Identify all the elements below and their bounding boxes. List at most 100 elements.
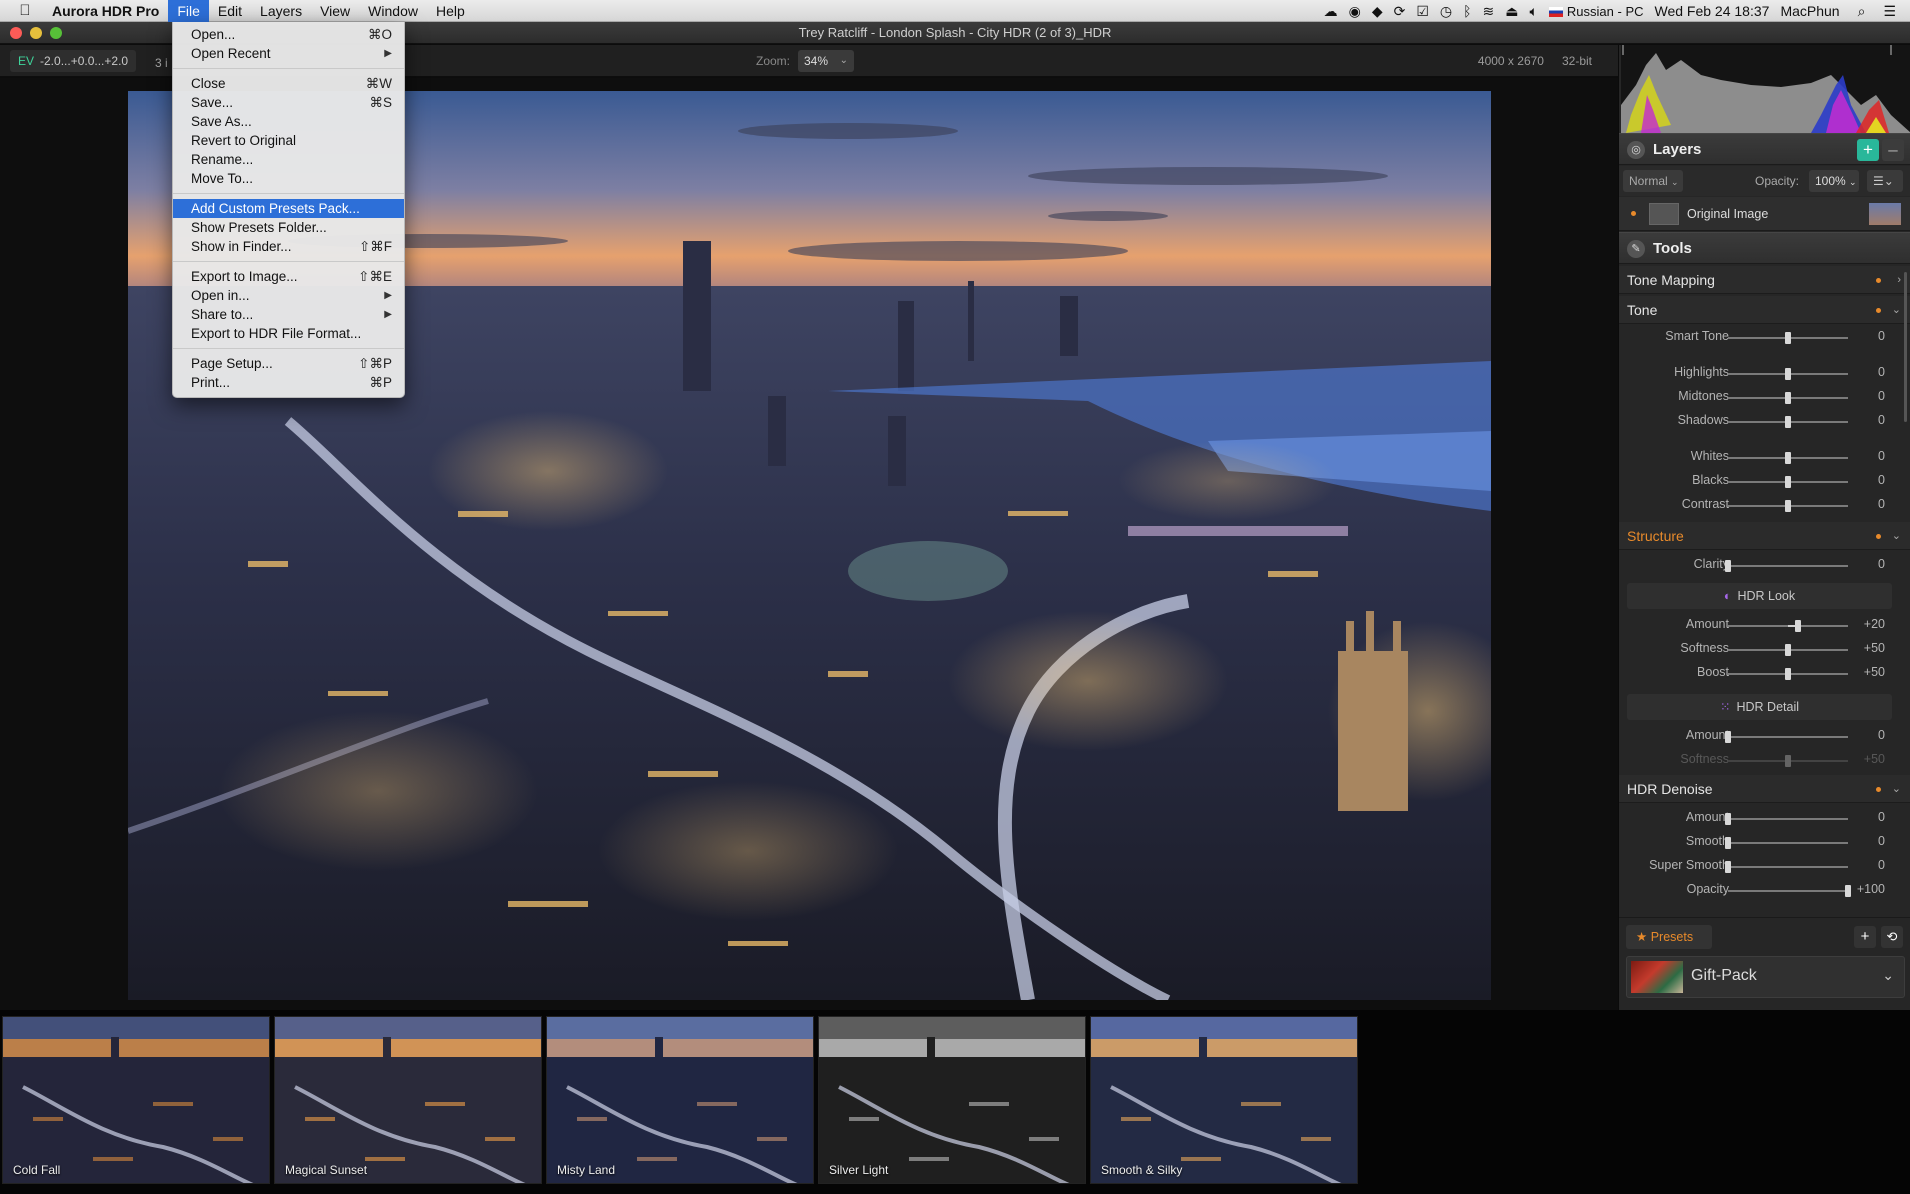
slider-denoise-smooth[interactable]: Smooth 0 — [1619, 830, 1910, 854]
app-menu[interactable]: Aurora HDR Pro — [38, 0, 168, 22]
menu-item-close[interactable]: Close ⌘W — [173, 74, 404, 93]
slider-detail-amount[interactable]: Amount 0 — [1619, 724, 1910, 748]
skype-icon[interactable]: ◉ — [1349, 3, 1361, 20]
user-name[interactable]: MacPhun — [1780, 3, 1839, 19]
slider-midtones[interactable]: Midtones 0 — [1619, 385, 1910, 409]
zoom-select[interactable]: 34% ⌄ — [798, 50, 854, 72]
menu-item-open-recent[interactable]: Open Recent ▶ — [173, 44, 404, 63]
menu-item-revert[interactable]: Revert to Original — [173, 131, 404, 150]
apple-icon[interactable]:  — [12, 2, 38, 19]
eject-icon[interactable]: ⏏ — [1505, 3, 1518, 20]
tools-scrollbar[interactable] — [1904, 272, 1907, 422]
menu-layers[interactable]: Layers — [251, 0, 311, 22]
menu-item-save[interactable]: Save... ⌘S — [173, 93, 404, 112]
time-machine-icon[interactable]: ◷ — [1440, 3, 1452, 20]
menu-item-show-in-finder[interactable]: Show in Finder... ⇧⌘F — [173, 237, 404, 256]
slider-clarity[interactable]: Clarity 0 — [1619, 553, 1910, 577]
menu-window[interactable]: Window — [359, 0, 427, 22]
opacity-select[interactable]: 100% ⌄ — [1809, 170, 1859, 192]
section-tone-mapping[interactable]: Tone Mapping › — [1619, 266, 1910, 294]
preset-thumb[interactable]: Misty Land — [546, 1016, 814, 1184]
slider-track[interactable] — [1728, 625, 1848, 627]
slider-whites[interactable]: Whites 0 — [1619, 445, 1910, 469]
menu-item-print[interactable]: Print... ⌘P — [173, 373, 404, 392]
menu-item-save-as[interactable]: Save As... — [173, 112, 404, 131]
preset-thumb[interactable]: Magical Sunset — [274, 1016, 542, 1184]
menu-item-open-in[interactable]: Open in... ▶ — [173, 286, 404, 305]
menu-edit[interactable]: Edit — [209, 0, 251, 22]
input-source[interactable]: Russian - PC — [1548, 3, 1644, 19]
cloud-icon[interactable]: ☁ — [1324, 3, 1338, 20]
subsection-hdr-look[interactable]: ◐ HDR Look — [1627, 583, 1892, 609]
blend-mode-select[interactable]: Normal ⌄ — [1623, 170, 1683, 192]
slider-shadows[interactable]: Shadows 0 — [1619, 409, 1910, 433]
preset-pack-select[interactable]: Gift-Pack ⌄ — [1626, 956, 1905, 998]
slider-thumb[interactable] — [1785, 755, 1791, 767]
remove-layer-button[interactable]: – — [1882, 139, 1904, 161]
preset-thumb[interactable]: Silver Light — [818, 1016, 1086, 1184]
slider-thumb[interactable] — [1785, 476, 1791, 488]
menu-item-page-setup[interactable]: Page Setup... ⇧⌘P — [173, 354, 404, 373]
spotlight-search-icon[interactable]: ⌕ — [1858, 3, 1866, 20]
menu-view[interactable]: View — [311, 0, 359, 22]
slider-track[interactable] — [1728, 890, 1848, 892]
slider-thumb[interactable] — [1785, 416, 1791, 428]
slider-look-boost[interactable]: Boost +50 — [1619, 661, 1910, 685]
tools-scroll-area[interactable]: Tone Mapping › Tone ⌄ Smart Tone 0 Highligh… — [1619, 266, 1910, 917]
slider-denoise-super-smooth[interactable]: Super Smooth 0 — [1619, 854, 1910, 878]
add-layer-button[interactable]: + — [1857, 139, 1879, 161]
menu-file[interactable]: File — [168, 0, 209, 22]
slider-denoise-amount[interactable]: Amount 0 — [1619, 806, 1910, 830]
slider-contrast[interactable]: Contrast 0 — [1619, 493, 1910, 517]
menu-item-show-presets-folder[interactable]: Show Presets Folder... — [173, 218, 404, 237]
slider-thumb[interactable] — [1785, 332, 1791, 344]
slider-highlights[interactable]: Highlights 0 — [1619, 361, 1910, 385]
section-tone[interactable]: Tone ⌄ — [1619, 296, 1910, 324]
slider-thumb[interactable] — [1785, 500, 1791, 512]
menu-item-share-to[interactable]: Share to... ▶ — [173, 305, 404, 324]
slider-thumb[interactable] — [1785, 452, 1791, 464]
menu-help[interactable]: Help — [427, 0, 474, 22]
slider-look-amount[interactable]: Amount +20 — [1619, 613, 1910, 637]
menu-item-open[interactable]: Open... ⌘O — [173, 25, 404, 44]
layer-row[interactable]: Original Image — [1619, 197, 1910, 231]
add-preset-button[interactable]: + — [1854, 926, 1876, 948]
slider-track[interactable] — [1728, 565, 1848, 567]
volume-icon[interactable]: 🔈︎ — [1530, 3, 1538, 20]
menu-item-export-to-image[interactable]: Export to Image... ⇧⌘E — [173, 267, 404, 286]
slider-thumb[interactable] — [1785, 668, 1791, 680]
ev-bracket-info[interactable]: EV -2.0...+0.0...+2.0 — [10, 50, 137, 72]
notification-center-icon[interactable]: ☰ — [1883, 3, 1896, 20]
slider-track[interactable] — [1728, 736, 1848, 738]
checklist-icon[interactable]: ☑ — [1416, 3, 1429, 20]
slider-thumb[interactable] — [1725, 560, 1731, 572]
slider-track[interactable] — [1728, 818, 1848, 820]
slider-thumb[interactable] — [1794, 620, 1801, 632]
bluetooth-icon[interactable]: ᛒ — [1463, 3, 1471, 19]
slider-thumb[interactable] — [1725, 837, 1731, 849]
sync-icon[interactable]: ⟲ — [1881, 926, 1903, 948]
slider-detail-softness[interactable]: Softness +50 — [1619, 748, 1910, 772]
tools-panel-header[interactable]: ✎ Tools — [1619, 232, 1910, 264]
slider-blacks[interactable]: Blacks 0 — [1619, 469, 1910, 493]
slider-thumb[interactable] — [1725, 813, 1731, 825]
slider-smart-tone[interactable]: Smart Tone 0 — [1619, 325, 1910, 349]
menu-item-rename[interactable]: Rename... — [173, 150, 404, 169]
layer-options-button[interactable]: ☰⌄ — [1867, 170, 1903, 192]
slider-denoise-opacity[interactable]: Opacity +100 — [1619, 878, 1910, 902]
slider-track[interactable] — [1728, 842, 1848, 844]
menu-item-add-custom-presets-pack[interactable]: Add Custom Presets Pack... — [173, 199, 404, 218]
slider-thumb[interactable] — [1785, 392, 1791, 404]
slider-track[interactable] — [1728, 866, 1848, 868]
slider-thumb[interactable] — [1785, 368, 1791, 380]
section-hdr-denoise[interactable]: HDR Denoise ⌄ — [1619, 775, 1910, 803]
clock[interactable]: Wed Feb 24 18:37 — [1655, 3, 1770, 19]
layers-panel-header[interactable]: ◎ Layers + – — [1619, 133, 1910, 165]
slider-look-softness[interactable]: Softness +50 — [1619, 637, 1910, 661]
menu-item-move-to[interactable]: Move To... — [173, 169, 404, 188]
sync-status-icon[interactable]: ⟳ — [1394, 3, 1406, 20]
section-structure[interactable]: Structure ⌄ — [1619, 522, 1910, 550]
preset-thumb[interactable]: Cold Fall — [2, 1016, 270, 1184]
menu-item-export-hdr[interactable]: Export to HDR File Format... — [173, 324, 404, 343]
slider-thumb[interactable] — [1785, 644, 1791, 656]
